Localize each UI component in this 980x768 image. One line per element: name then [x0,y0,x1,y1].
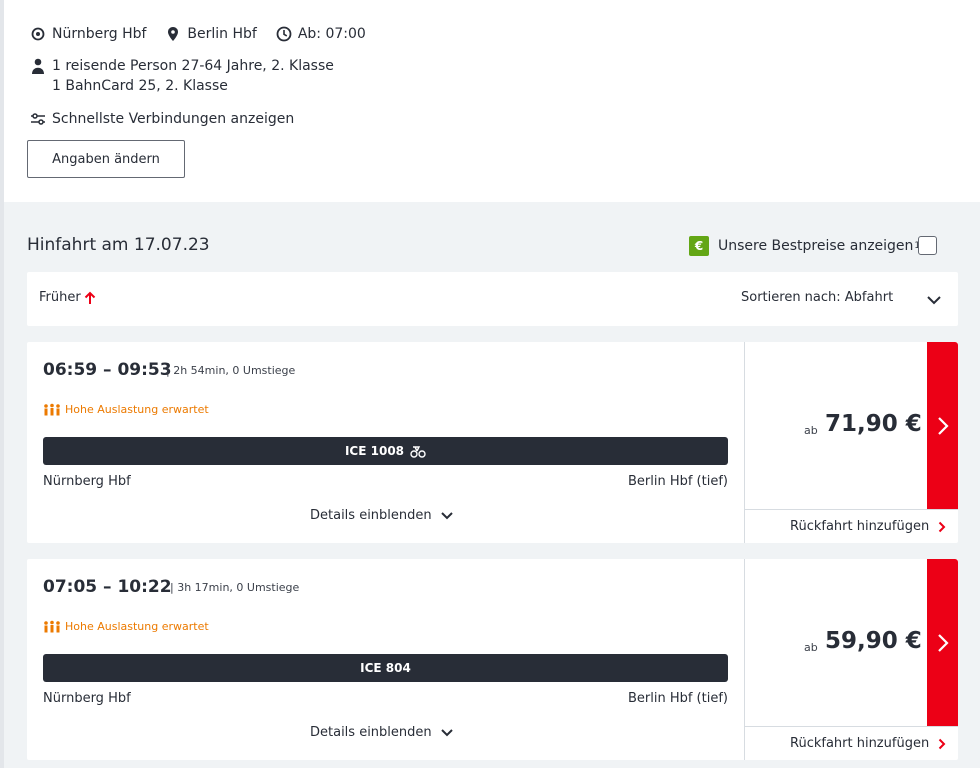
occupancy-label: Hohe Auslastung erwartet [65,403,209,416]
earlier-label: Früher [39,290,81,305]
chevron-right-icon [937,416,949,436]
train-bar: ICE 804 [43,654,728,682]
details-label: Details einblenden [310,508,432,523]
add-return-label: Rückfahrt hinzufügen [790,736,930,751]
train-bar: ICE 1008 [43,437,728,465]
select-connection-button[interactable] [927,342,958,509]
sort-bar: Früher Sortieren nach: Abfahrt [27,272,958,326]
price: 59,90 € [825,628,922,654]
occupancy-info: Hohe Auslastung erwartet [43,620,209,633]
price-prefix: ab [804,641,818,654]
chevron-right-icon [938,521,946,533]
price-box[interactable]: ab 71,90 € [744,342,927,509]
occupancy-icon [43,403,61,416]
traveller-row: 1 reisende Person 27-64 Jahre, 2. Klasse… [29,57,334,96]
outbound-heading: Hinfahrt am 17.07.23 [27,235,210,255]
occupancy-icon [43,620,61,633]
connection-duration: | 3h 17min, 0 Umstiege [170,581,300,594]
chevron-down-icon [926,293,942,307]
train-name: ICE 804 [360,661,411,675]
chevron-down-icon [440,727,454,739]
sort-label: Sortieren nach: Abfahrt [741,290,894,305]
earlier-button[interactable]: Früher [39,290,96,305]
add-return-button[interactable]: Rückfahrt hinzufügen [744,509,958,543]
add-return-label: Rückfahrt hinzufügen [790,519,930,534]
origin-icon [29,25,47,43]
chevron-right-icon [938,738,946,750]
price-box[interactable]: ab 59,90 € [744,559,927,726]
bestprice-label: Unsere Bestpreise anzeigen [718,238,914,254]
bahncard-info: 1 BahnCard 25, 2. Klasse [52,78,228,94]
details-toggle[interactable]: Details einblenden [310,508,454,523]
occupancy-info: Hohe Auslastung erwartet [43,403,209,416]
filter-label: Schnellste Verbindungen anzeigen [52,111,295,127]
connection-time: 07:05 – 10:22 [43,577,172,597]
bestprice-toggle: € Unsere Bestpreise anzeigen1 [689,236,920,256]
traveller-info: 1 reisende Person 27-64 Jahre, 2. Klasse [52,58,334,74]
connection-card[interactable]: 07:05 – 10:22 | 3h 17min, 0 Umstiege Hoh… [27,559,958,760]
chevron-right-icon [937,633,949,653]
arrival-station: Berlin Hbf (tief) [627,691,728,706]
price: 71,90 € [825,411,922,437]
train-name: ICE 1008 [344,444,405,458]
euro-badge-icon: € [689,236,709,256]
departure-station: Nürnberg Hbf [43,474,131,489]
departure-station: Nürnberg Hbf [43,691,131,706]
connection-duration: | 2h 54min, 0 Umstiege [166,364,296,377]
sort-dropdown[interactable] [926,292,942,311]
sliders-icon [29,110,47,128]
details-label: Details einblenden [310,725,432,740]
connection-card[interactable]: 06:59 – 09:53 | 2h 54min, 0 Umstiege Hoh… [27,342,958,543]
departure-time: Ab: 07:00 [297,26,366,42]
chevron-down-icon [440,510,454,522]
select-connection-button[interactable] [927,559,958,726]
filter-row: Schnellste Verbindungen anzeigen [29,110,294,128]
arrow-up-icon [84,291,96,305]
bestprice-checkbox[interactable] [918,236,937,255]
connection-time: 06:59 – 09:53 [43,360,172,380]
clock-icon [275,25,293,43]
route-row: Nürnberg Hbf Berlin Hbf Ab: 07:00 [29,25,366,43]
location-pin-icon [164,25,182,43]
occupancy-label: Hohe Auslastung erwartet [65,620,209,633]
add-return-button[interactable]: Rückfahrt hinzufügen [744,726,958,760]
bike-icon [410,444,426,458]
person-icon [29,57,47,75]
price-prefix: ab [804,424,818,437]
arrival-station: Berlin Hbf (tief) [627,474,728,489]
details-toggle[interactable]: Details einblenden [310,725,454,740]
destination-station: Berlin Hbf [187,26,257,42]
origin-station: Nürnberg Hbf [52,26,147,42]
change-search-button[interactable]: Angaben ändern [27,140,185,178]
